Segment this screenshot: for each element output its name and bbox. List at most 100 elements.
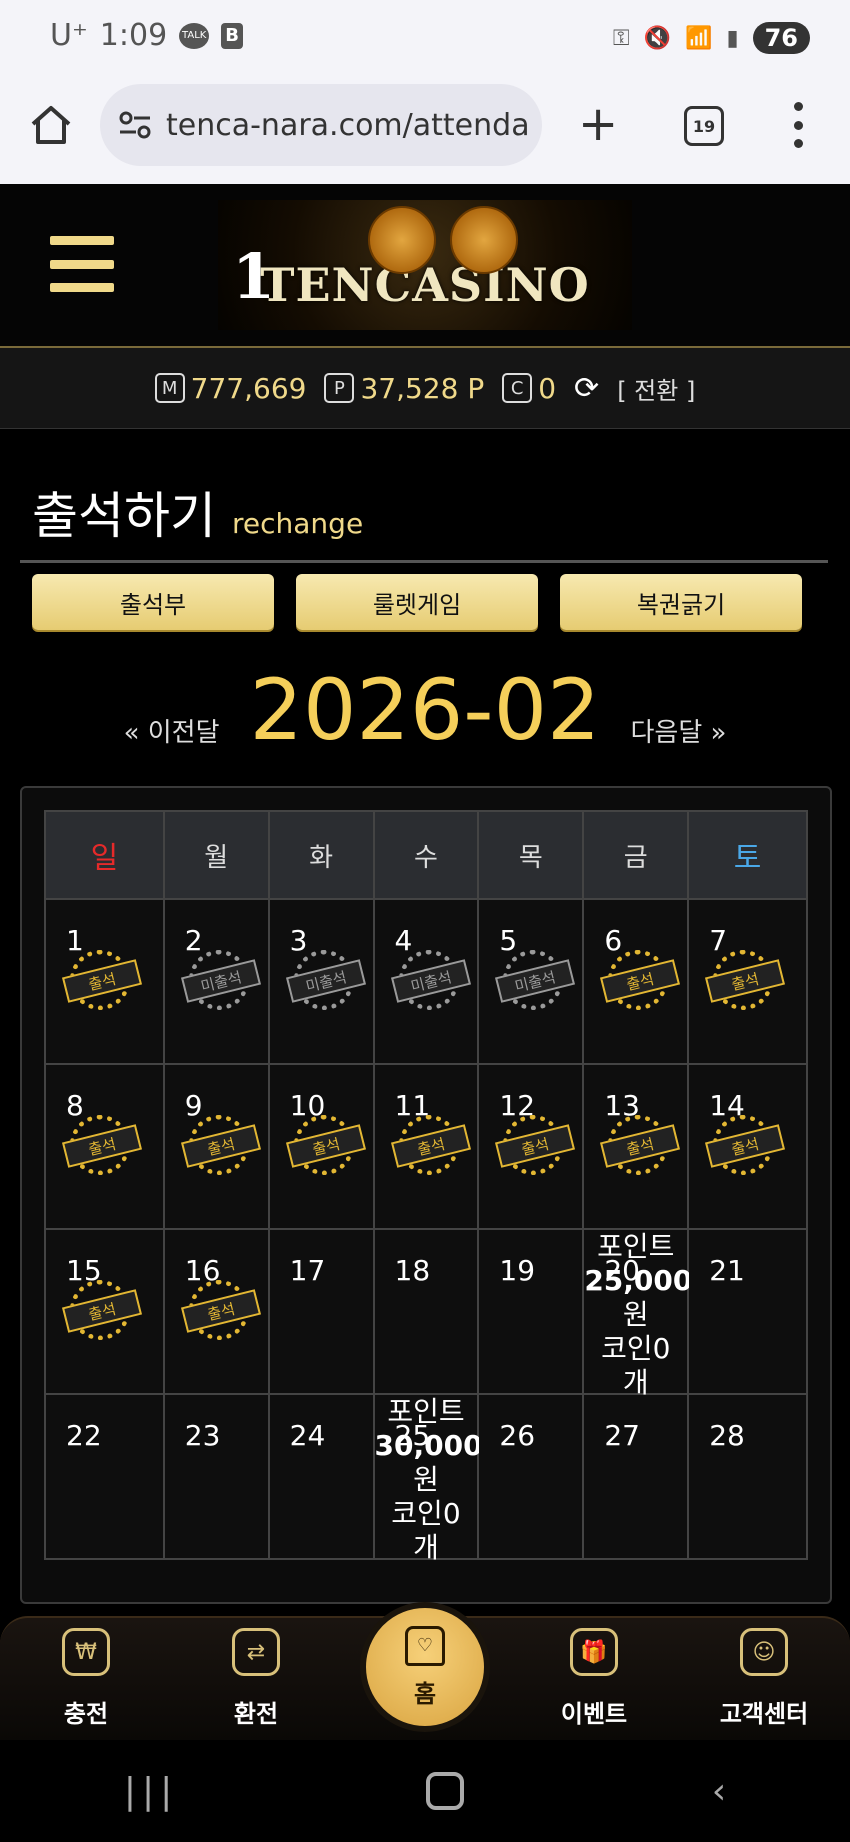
day-cell: 8 출석 [44,1063,165,1230]
charge-icon: ₩ [62,1628,110,1676]
day-cell: 10 출석 [267,1063,375,1230]
day-cell: 15 출석 [44,1228,165,1395]
day-cell: 19 [477,1228,585,1395]
point-balance: P 37,528 P [324,372,484,405]
browser-home-icon[interactable] [28,102,74,148]
money-balance: M 777,669 [154,371,307,405]
next-month-link[interactable]: 다음달 » [630,712,726,749]
signal-icon: ▮ [726,25,739,51]
day-cell: 6 출석 [582,898,690,1065]
day-cell: 25 포인트 30,000 원 코인0 개 [372,1393,483,1564]
system-navigation-bar: ||| ‹ [0,1740,850,1842]
weekday-fri: 금 [582,810,690,900]
weekday-sat: 토 [687,810,808,900]
calendar-week-row: 15 출석 16 출석 17 18 19 20 포인트 25,000 원 코인0 개… [44,1228,808,1399]
absent-stamp-icon: 미출석 [285,950,366,1012]
weekday-thu: 목 [477,810,585,900]
tab-switcher-button[interactable]: 19 [684,106,724,146]
day-cell: 16 출석 [162,1228,270,1395]
attended-stamp-icon: 출석 [61,1115,143,1177]
home-label: 홈 [413,1679,437,1708]
nav-event[interactable]: 🎁 이벤트 [534,1628,654,1729]
recent-apps-icon[interactable]: ||| [124,1771,178,1812]
system-home-icon[interactable] [425,1772,464,1810]
absent-stamp-icon: 미출석 [180,950,261,1012]
weekday-header-row: 일 월 화 수 목 금 토 [44,810,808,900]
nav-exchange-label: 환전 [233,1700,279,1728]
day-cell: 20 포인트 25,000 원 코인0 개 [582,1228,692,1399]
nav-event-label: 이벤트 [560,1700,628,1728]
attended-stamp-icon: 출석 [390,1115,471,1177]
b-app-icon: B [221,22,244,49]
day-cell: 11 출석 [372,1063,480,1230]
day-number: 26 [499,1419,536,1452]
hamburger-menu-icon[interactable] [50,236,114,292]
coin-icon: C [502,373,533,403]
day-number: 23 [184,1419,221,1452]
absent-stamp-icon: 미출석 [390,950,471,1012]
reward-coin: 코인0 [391,1497,461,1530]
nav-support[interactable]: ☺ 고객센터 [704,1628,824,1729]
weekday-sun: 일 [44,810,165,900]
logo-characters [368,206,518,274]
absent-stamp-icon: 미출석 [495,950,576,1012]
reward-info: 포인트 25,000 원 코인0 개 [584,1230,693,1400]
prev-month-link[interactable]: « 이전달 [124,712,220,749]
reward-points: 25,000 [584,1264,693,1297]
attended-stamp-icon: 출석 [705,1115,786,1177]
day-cell: 17 [267,1228,375,1395]
coin-balance: C 0 [502,372,556,405]
nav-charge[interactable]: ₩ 충전 [26,1628,146,1729]
attended-stamp-icon: 출석 [285,1115,366,1177]
weekday-mon: 월 [162,810,270,900]
day-cell: 5 미출석 [477,898,585,1065]
day-cell: 24 [267,1393,375,1560]
day-number: 18 [394,1254,431,1287]
weekday-tue: 화 [267,810,375,900]
day-number: 19 [499,1254,536,1287]
wifi-icon: 📶 [685,25,713,51]
day-cell: 26 [477,1393,585,1560]
exchange-icon: ⇄ [232,1628,280,1676]
day-cell: 7 출석 [687,898,808,1065]
attendance-button[interactable]: 출석부 [32,574,274,630]
current-month: 2026-02 [249,661,601,759]
status-bar: U⁺ 1:09 TALK B ⚿ 🔇 📶 ▮ 76 [0,0,850,80]
site-logo[interactable]: 1 TENCASINO [218,200,632,330]
day-cell: 13 출석 [582,1063,690,1230]
point-value: 37,528 P [360,371,485,405]
logo-digit: 1 [232,240,276,313]
system-back-icon[interactable]: ‹ [712,1771,726,1812]
support-icon: ☺ [740,1628,788,1676]
title-divider [20,560,828,563]
reward-info: 포인트 30,000 원 코인0 개 [375,1395,483,1565]
nav-exchange[interactable]: ⇄ 환전 [196,1628,316,1729]
roulette-button[interactable]: 룰렛게임 [296,574,538,630]
address-bar[interactable]: tenca-nara.com/attenda [100,84,542,166]
switch-button[interactable]: [ 전환 ] [617,371,695,406]
browser-menu-icon[interactable] [790,102,806,148]
new-tab-icon[interactable]: + [578,100,618,148]
money-value: 777,669 [190,371,307,405]
attended-stamp-icon: 출석 [61,1280,143,1342]
lottery-button[interactable]: 복권긁기 [560,574,802,630]
reward-label: 포인트 [597,1230,675,1263]
day-number: 28 [709,1419,745,1452]
reward-coin-unit: 개 [413,1531,439,1564]
reward-label: 포인트 [387,1395,465,1428]
refresh-icon[interactable]: ⟳ [574,371,599,406]
attended-stamp-icon: 출석 [600,1115,681,1177]
page-title: 출석하기 rechange [32,476,363,548]
point-icon: P [324,373,355,403]
calendar-table: 일 월 화 수 목 금 토 1 출석 2 미출석 3 미출석 4 미출석 5 미출석 6출… [44,810,808,1564]
day-cell: 23 [162,1393,270,1560]
attended-stamp-icon: 출석 [61,950,143,1012]
attendance-calendar: 일 월 화 수 목 금 토 1 출석 2 미출석 3 미출석 4 미출석 5 미출석 6출… [20,786,832,1604]
page-title-korean: 출석하기 [32,487,216,545]
site-settings-icon[interactable] [118,110,152,140]
key-icon: ⚿ [612,25,630,51]
day-cell: 2 미출석 [162,898,270,1065]
coin-value: 0 [538,371,557,405]
url-text: tenca-nara.com/attenda [166,107,530,143]
home-button[interactable]: ♡ 홈 [360,1602,490,1732]
